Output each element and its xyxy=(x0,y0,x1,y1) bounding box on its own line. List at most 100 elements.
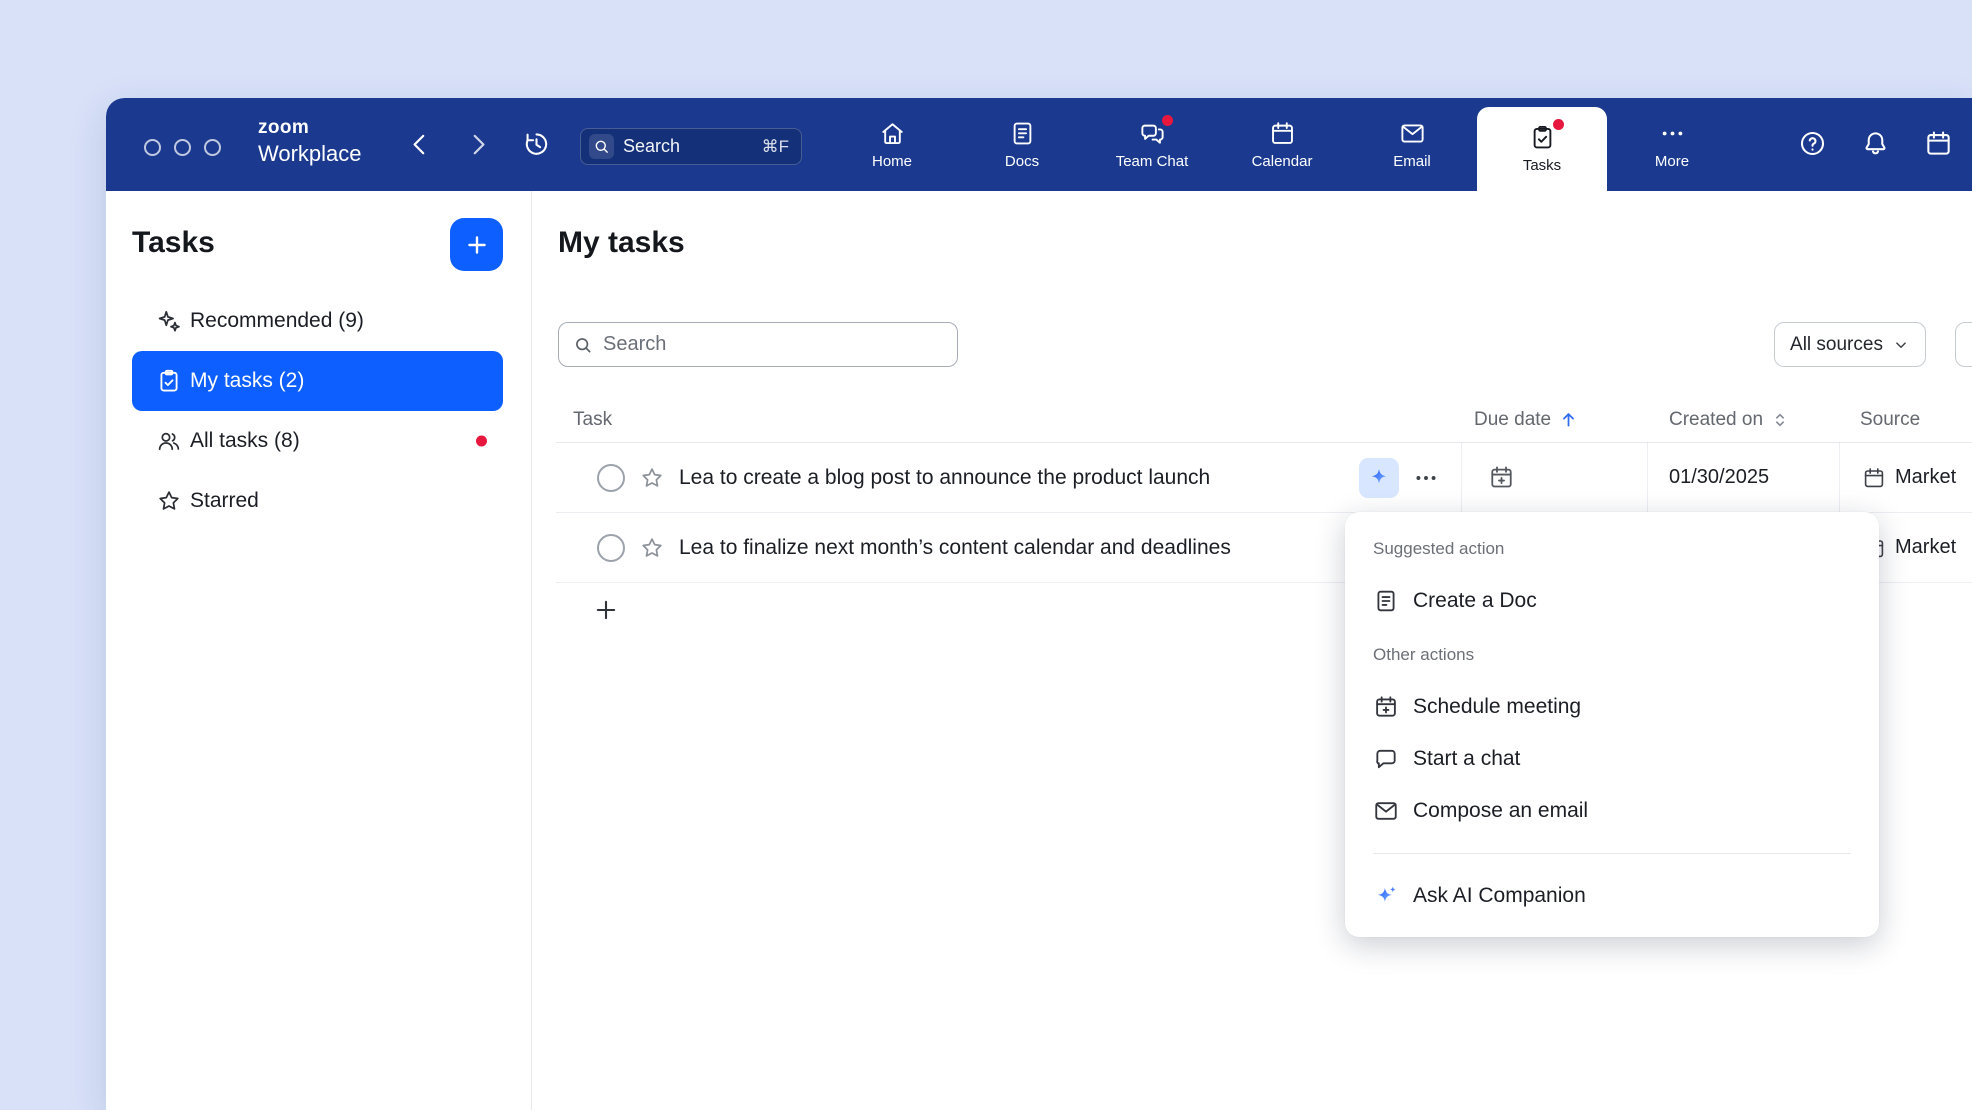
add-due-date-button[interactable] xyxy=(1488,464,1515,491)
add-task-button[interactable] xyxy=(592,596,620,624)
task-list-check-icon xyxy=(156,368,182,394)
search-icon xyxy=(589,134,614,159)
chevron-down-icon xyxy=(1892,336,1910,354)
task-title[interactable]: Lea to finalize next month’s content cal… xyxy=(679,536,1461,560)
column-header-task[interactable]: Task xyxy=(556,409,1462,431)
history-button[interactable] xyxy=(522,129,551,158)
table-header-row: Task Due date Created on Source xyxy=(556,397,1972,443)
source-cell: Market xyxy=(1840,443,1972,512)
sidebar-item-label: All tasks (8) xyxy=(190,429,300,453)
nav-tasks[interactable]: Tasks xyxy=(1477,107,1607,191)
column-header-source[interactable]: Source xyxy=(1840,409,1972,431)
sidebar-item-starred[interactable]: Starred xyxy=(132,471,503,531)
team-chat-notification-dot xyxy=(1162,115,1173,126)
task-search-input[interactable] xyxy=(603,333,943,356)
sort-ascending-icon[interactable] xyxy=(1558,409,1579,430)
task-cell: Lea to finalize next month’s content cal… xyxy=(556,513,1462,582)
all-tasks-notification-dot xyxy=(476,436,487,447)
desktop: { "colors": { "header_bg": "#1B3A8F", "a… xyxy=(0,0,1972,1110)
more-icon xyxy=(1659,120,1686,147)
schedule-button[interactable] xyxy=(1924,129,1953,158)
complete-task-checkbox[interactable] xyxy=(597,534,625,562)
product-name: Workplace xyxy=(258,143,362,165)
menu-item-schedule-meeting[interactable]: Schedule meeting xyxy=(1373,681,1851,733)
chevron-left-icon xyxy=(407,131,433,157)
new-task-button[interactable] xyxy=(450,218,503,271)
sidebar-item-label: My tasks (2) xyxy=(190,369,304,393)
source-value: Market xyxy=(1895,536,1956,559)
star-icon xyxy=(639,465,665,491)
nav-team-chat[interactable]: Team Chat xyxy=(1087,98,1217,191)
brand: zoom Workplace xyxy=(258,118,362,165)
help-button[interactable] xyxy=(1798,129,1827,158)
people-icon xyxy=(156,428,182,454)
source-filter-value: All sources xyxy=(1790,334,1883,356)
row-actions xyxy=(1359,458,1441,498)
app-window: zoom Workplace Search ⌘F xyxy=(106,98,1972,1110)
star-task-button[interactable] xyxy=(639,535,665,561)
created-on-cell: 01/30/2025 xyxy=(1648,443,1840,512)
calendar-plus-icon xyxy=(1373,694,1399,720)
ai-companion-icon xyxy=(1373,883,1399,909)
nav-more[interactable]: More xyxy=(1607,98,1737,191)
nav-home[interactable]: Home xyxy=(827,98,957,191)
sidebar-item-recommended[interactable]: Recommended (9) xyxy=(132,291,503,351)
row-more-button[interactable] xyxy=(1411,465,1441,491)
nav-email[interactable]: Email xyxy=(1347,98,1477,191)
sort-toggle-icon[interactable] xyxy=(1770,410,1790,430)
zoom-logo: zoom xyxy=(258,118,362,137)
primary-nav: Home Docs Team Chat Calendar xyxy=(827,98,1737,191)
chevron-right-icon xyxy=(465,131,491,157)
menu-item-create-doc[interactable]: Create a Doc xyxy=(1373,575,1851,627)
calendar-plus-icon xyxy=(1488,464,1515,491)
ai-sparkle-icon xyxy=(1367,466,1391,490)
menu-divider xyxy=(1373,853,1851,854)
sidebar-item-label: Recommended (9) xyxy=(190,309,364,333)
nav-docs[interactable]: Docs xyxy=(957,98,1087,191)
bell-icon xyxy=(1861,129,1890,158)
plus-icon xyxy=(464,232,490,258)
sidebar-item-my-tasks[interactable]: My tasks (2) xyxy=(132,351,503,411)
source-value: Market xyxy=(1895,466,1956,489)
created-on-value: 01/30/2025 xyxy=(1669,466,1769,489)
column-header-due-date[interactable]: Due date xyxy=(1462,409,1648,431)
source-filter-dropdown[interactable]: All sources xyxy=(1774,322,1926,367)
calendar-icon xyxy=(1269,120,1296,147)
sidebar-item-label: Starred xyxy=(190,489,259,513)
menu-item-start-chat[interactable]: Start a chat xyxy=(1373,733,1851,785)
history-icon xyxy=(522,129,551,158)
back-button[interactable] xyxy=(407,131,433,157)
app-header: zoom Workplace Search ⌘F xyxy=(106,98,1972,191)
global-search-placeholder: Search xyxy=(623,136,753,157)
tasks-sidebar: Tasks Recommended (9) My tasks (2) xyxy=(106,191,532,1110)
docs-icon xyxy=(1009,120,1036,147)
column-header-created-on[interactable]: Created on xyxy=(1648,409,1840,431)
ai-companion-button[interactable] xyxy=(1359,458,1399,498)
window-control-dot[interactable] xyxy=(174,139,191,156)
email-icon xyxy=(1399,120,1426,147)
sidebar-list: Recommended (9) My tasks (2) All tasks (… xyxy=(132,291,503,531)
plus-icon xyxy=(592,596,620,624)
window-control-dot[interactable] xyxy=(204,139,221,156)
star-icon xyxy=(639,535,665,561)
menu-section-label: Other actions xyxy=(1373,641,1851,669)
star-icon xyxy=(156,488,182,514)
complete-task-checkbox[interactable] xyxy=(597,464,625,492)
forward-button[interactable] xyxy=(465,131,491,157)
menu-item-ask-ai-companion[interactable]: Ask AI Companion xyxy=(1373,870,1851,922)
nav-calendar[interactable]: Calendar xyxy=(1217,98,1347,191)
due-date-cell xyxy=(1462,443,1648,512)
menu-item-compose-email[interactable]: Compose an email xyxy=(1373,785,1851,837)
calendar-icon xyxy=(1924,129,1953,158)
global-search[interactable]: Search ⌘F xyxy=(580,128,802,165)
window-control-dot[interactable] xyxy=(144,139,161,156)
edge-button-partial[interactable] xyxy=(1955,322,1972,367)
star-task-button[interactable] xyxy=(639,465,665,491)
notifications-button[interactable] xyxy=(1861,129,1890,158)
task-cell: Lea to create a blog post to announce th… xyxy=(556,443,1462,512)
team-chat-icon xyxy=(1139,120,1166,147)
sidebar-item-all-tasks[interactable]: All tasks (8) xyxy=(132,411,503,471)
task-title[interactable]: Lea to create a blog post to announce th… xyxy=(679,466,1345,490)
tasks-icon xyxy=(1529,124,1556,151)
chat-bubble-icon xyxy=(1373,746,1399,772)
